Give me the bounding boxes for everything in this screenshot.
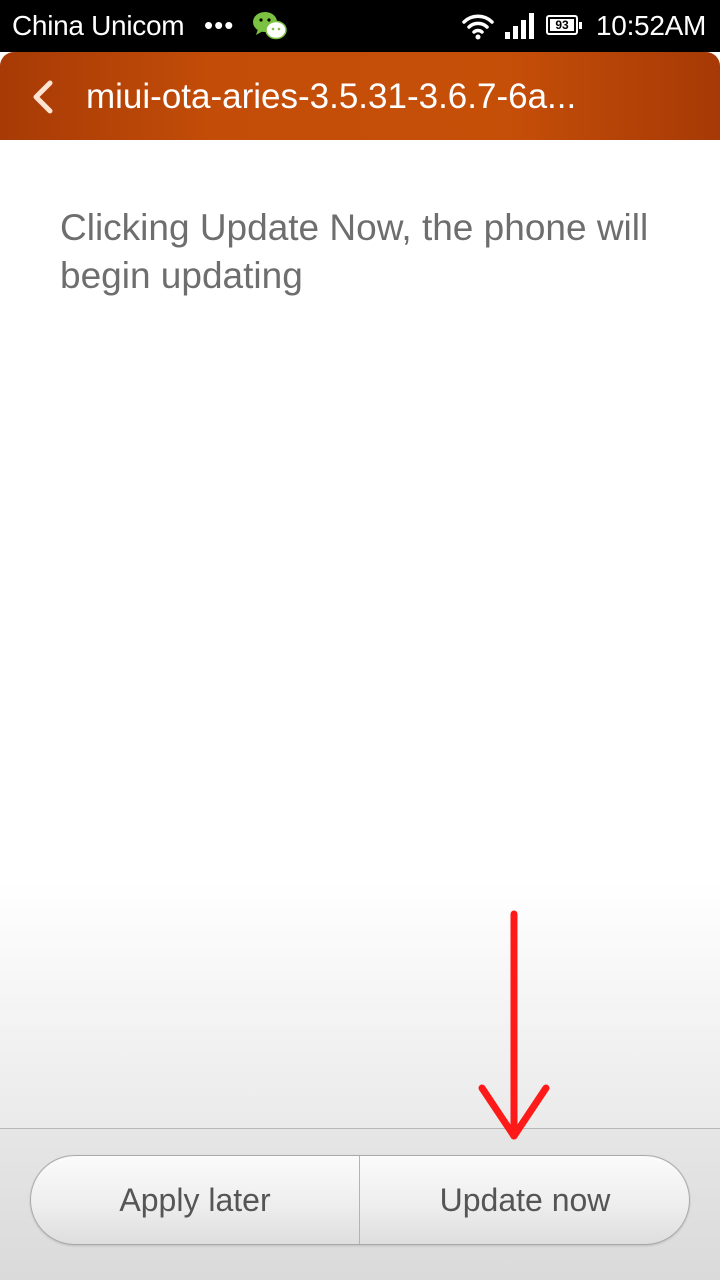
back-button[interactable] [30,80,58,114]
status-clock: 10:52AM [596,10,706,41]
title-bar: miui-ota-aries-3.5.31-3.6.7-6a... [0,52,720,140]
signal-icon [505,13,534,39]
battery-level: 93 [550,19,574,31]
more-notifications-icon: ••• [204,10,235,40]
wechat-icon [253,12,287,40]
carrier-name: China Unicom [12,10,185,41]
action-button-group: Apply later Update now [30,1155,690,1245]
bottom-gradient [0,880,720,1128]
update-message: Clicking Update Now, the phone will begi… [60,207,649,296]
apply-later-button[interactable]: Apply later [31,1156,359,1244]
page-title: miui-ota-aries-3.5.31-3.6.7-6a... [86,77,577,116]
status-bar: China Unicom ••• 93 10:52AM [0,0,720,52]
update-now-button[interactable]: Update now [360,1156,689,1244]
annotation-arrow-icon [478,910,550,1140]
wifi-icon [462,14,494,40]
battery-icon: 93 [546,15,582,35]
